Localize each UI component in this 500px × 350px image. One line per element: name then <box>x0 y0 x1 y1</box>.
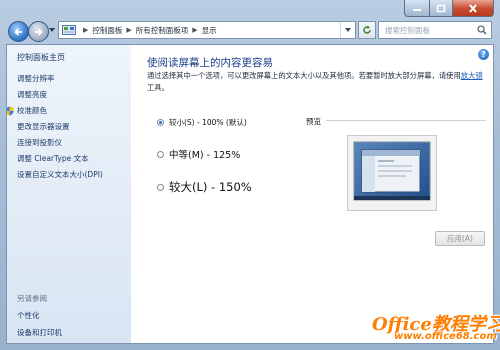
page-title: 使阅读屏幕上的内容更容易 <box>147 57 273 69</box>
task-label: 校准颜色 <box>17 106 47 115</box>
radio-larger[interactable] <box>157 183 164 191</box>
breadcrumb-control-panel[interactable]: 控制面板 <box>92 25 122 36</box>
option-larger[interactable]: 较大(L) - 150% <box>157 179 252 195</box>
close-icon <box>469 3 477 13</box>
refresh-button[interactable] <box>358 21 376 39</box>
task-label: 连接到投影仪 <box>17 138 62 147</box>
back-button[interactable] <box>8 21 29 42</box>
task-link-projector[interactable]: 连接到投影仪 <box>17 136 103 149</box>
arrow-left-icon <box>14 27 22 36</box>
recent-pages-dropdown-icon[interactable] <box>49 27 55 33</box>
shield-icon <box>7 106 14 115</box>
task-link-calibrate-color[interactable]: 校准颜色 <box>7 104 103 117</box>
minimize-icon <box>413 9 421 11</box>
see-also-heading: 另请参阅 <box>17 294 47 303</box>
preview-heading: 预览 <box>306 117 321 126</box>
task-label: 更改显示器设置 <box>17 122 70 131</box>
option-label: 中等(M) - 125% <box>169 150 241 161</box>
search-input[interactable]: 搜索控制面板 <box>385 25 477 36</box>
task-label: 调整分辨率 <box>17 74 55 83</box>
task-link-custom-dpi[interactable]: 设置自定义文本大小(DPI) <box>17 168 103 181</box>
search-icon <box>477 25 487 35</box>
navigation-bar: ▶ 控制面板 ▶ 所有控制面板项 ▶ 显示 搜索控制面板 <box>6 20 494 42</box>
task-label: 调整 ClearType 文本 <box>17 154 89 163</box>
address-dropdown-button[interactable] <box>340 22 355 38</box>
option-smaller[interactable]: 较小(S) - 100% (默认) <box>157 117 247 128</box>
refresh-icon <box>363 25 371 34</box>
control-panel-home-link[interactable]: 控制面板主页 <box>17 52 65 63</box>
arrow-right-icon <box>35 27 43 36</box>
search-box[interactable]: 搜索控制面板 <box>378 21 492 39</box>
task-label: 调整亮度 <box>17 90 47 99</box>
preview-divider <box>326 120 486 121</box>
breadcrumb-separator-icon: ▶ <box>83 26 89 34</box>
desktop-preview-icon <box>353 141 431 201</box>
task-label: 设置自定义文本大小(DPI) <box>17 170 103 179</box>
close-button[interactable] <box>453 0 494 17</box>
window: ▶ 控制面板 ▶ 所有控制面板项 ▶ 显示 搜索控制面板 控制面板主页 调整分辨… <box>0 0 500 350</box>
breadcrumb-separator-icon: ▶ <box>126 26 132 34</box>
task-link-cleartype[interactable]: 调整 ClearType 文本 <box>17 152 103 165</box>
description-tail: 工具。 <box>147 83 169 92</box>
maximize-button[interactable] <box>430 0 453 17</box>
client-area: 控制面板主页 调整分辨率 调整亮度 校准颜色 更改显示器设置 连接到投影仪 调整… <box>6 44 494 344</box>
option-label: 较大(L) - 150% <box>169 180 252 194</box>
minimize-button[interactable] <box>404 0 430 17</box>
task-list: 调整分辨率 调整亮度 校准颜色 更改显示器设置 连接到投影仪 调整 ClearT… <box>7 72 103 184</box>
caption-buttons <box>404 0 494 18</box>
radio-medium[interactable] <box>157 150 164 158</box>
breadcrumb: ▶ 控制面板 ▶ 所有控制面板项 ▶ 显示 <box>79 25 217 36</box>
option-label: 较小(S) - 100% (默认) <box>169 118 247 127</box>
see-also-label: 个性化 <box>17 311 40 320</box>
page-description: 通过选择其中一个选项，可以更改屏幕上的文本大小以及其他项。若要暂时放大部分屏幕，… <box>147 70 489 94</box>
control-panel-icon <box>62 25 76 35</box>
radio-smaller[interactable] <box>157 119 164 126</box>
breadcrumb-all-items[interactable]: 所有控制面板项 <box>136 25 189 36</box>
option-medium[interactable]: 中等(M) - 125% <box>157 147 240 161</box>
chevron-down-icon <box>345 28 351 32</box>
apply-button[interactable]: 应用(A) <box>435 231 485 246</box>
breadcrumb-display[interactable]: 显示 <box>202 25 217 36</box>
address-bar[interactable]: ▶ 控制面板 ▶ 所有控制面板项 ▶ 显示 <box>58 21 356 39</box>
main-content: 使阅读屏幕上的内容更容易 通过选择其中一个选项，可以更改屏幕上的文本大小以及其他… <box>147 45 487 343</box>
preview-image <box>347 135 437 211</box>
see-also-devices-printers[interactable]: 设备和打印机 <box>17 326 62 339</box>
see-also-personalization[interactable]: 个性化 <box>17 309 62 322</box>
magnifier-link[interactable]: 放大镜 <box>461 71 483 80</box>
forward-button[interactable] <box>28 21 49 42</box>
see-also-label: 设备和打印机 <box>17 328 62 337</box>
description-text: 通过选择其中一个选项，可以更改屏幕上的文本大小以及其他项。若要暂时放大部分屏幕，… <box>147 71 461 80</box>
task-link-resolution[interactable]: 调整分辨率 <box>17 72 103 85</box>
breadcrumb-separator-icon: ▶ <box>192 26 198 34</box>
task-sidebar: 控制面板主页 调整分辨率 调整亮度 校准颜色 更改显示器设置 连接到投影仪 调整… <box>7 45 131 343</box>
see-also-list: 个性化 设备和打印机 <box>17 309 62 343</box>
maximize-icon <box>436 4 446 12</box>
task-link-brightness[interactable]: 调整亮度 <box>17 88 103 101</box>
task-link-display-settings[interactable]: 更改显示器设置 <box>17 120 103 133</box>
